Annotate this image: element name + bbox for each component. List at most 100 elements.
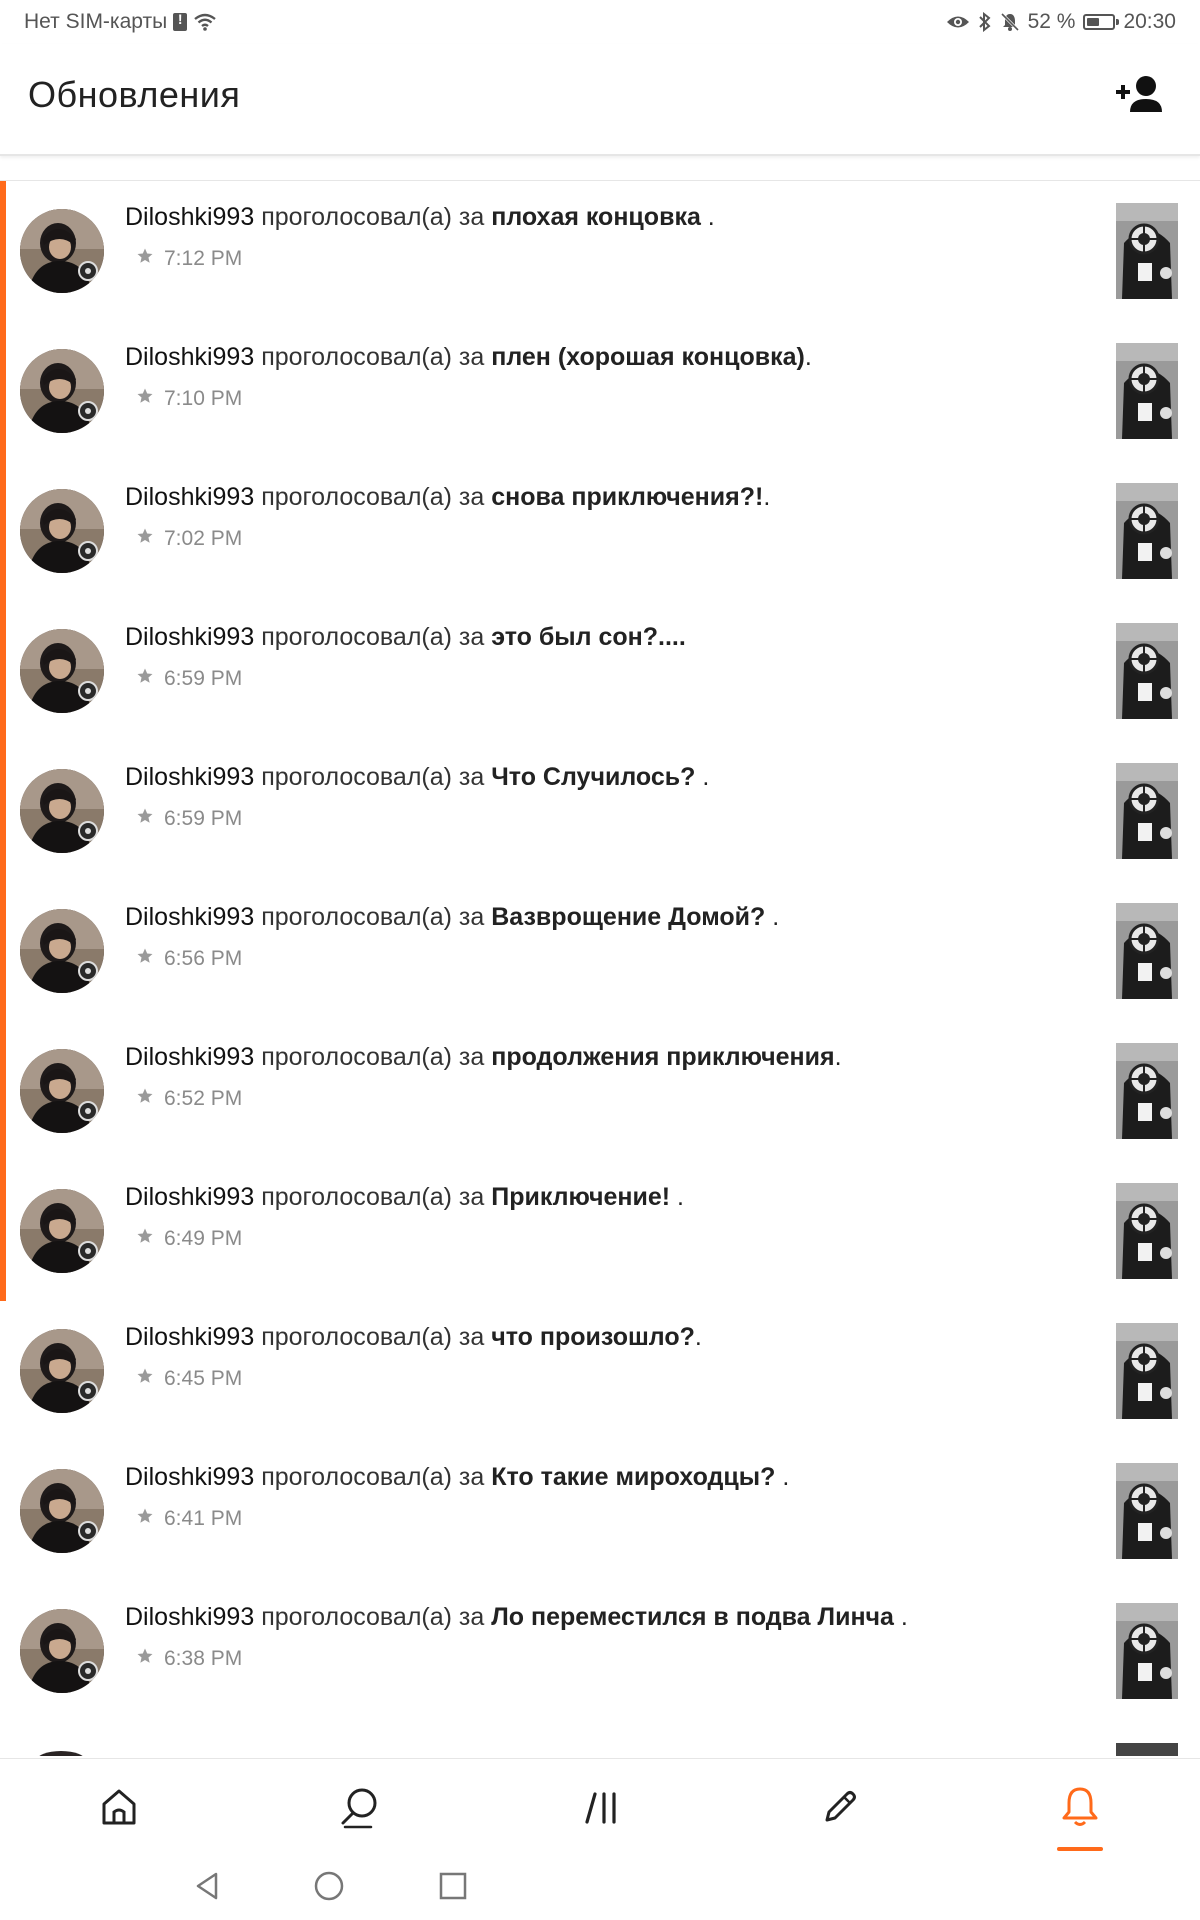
username-link[interactable]: Diloshki993 bbox=[125, 1183, 254, 1211]
timestamp: 7:12 PM bbox=[164, 247, 243, 270]
notification-row[interactable]: Diloshki993 проголосовал(а) за продолжен… bbox=[0, 1021, 1200, 1162]
timestamp: 6:52 PM bbox=[164, 1087, 243, 1110]
story-cover-thumbnail[interactable] bbox=[1116, 483, 1178, 579]
username-link[interactable]: Diloshki993 bbox=[125, 903, 254, 931]
star-icon bbox=[136, 387, 154, 411]
vote-target[interactable]: что произошло? bbox=[491, 1323, 695, 1351]
avatar[interactable] bbox=[20, 209, 104, 293]
nav-library-button[interactable] bbox=[572, 1777, 632, 1837]
system-back-button[interactable] bbox=[188, 1866, 228, 1906]
timestamp: 7:02 PM bbox=[164, 527, 243, 550]
vote-target[interactable]: это был сон?.... bbox=[491, 623, 686, 651]
nav-home-button[interactable] bbox=[89, 1777, 149, 1837]
username-link[interactable]: Diloshki993 bbox=[125, 1603, 254, 1631]
vote-target[interactable]: плохая концовка bbox=[491, 203, 701, 231]
username-link[interactable]: Diloshki993 bbox=[125, 763, 254, 791]
vote-target[interactable]: Ло переместился в подва Линча bbox=[491, 1603, 894, 1631]
bottom-navigation bbox=[0, 1758, 1200, 1853]
app-header: Обновления bbox=[0, 44, 1200, 156]
star-icon bbox=[136, 1507, 154, 1531]
punctuation: . bbox=[670, 1183, 684, 1211]
username-link[interactable]: Diloshki993 bbox=[125, 623, 254, 651]
avatar[interactable] bbox=[20, 1189, 104, 1273]
status-bar: Нет SIM-карты 52 % 20:30 bbox=[0, 0, 1200, 44]
notification-row[interactable]: Diloshki993 проголосовал(а) за Кто такие… bbox=[0, 1441, 1200, 1582]
clock: 20:30 bbox=[1123, 10, 1176, 33]
system-home-button[interactable] bbox=[309, 1866, 349, 1906]
notification-row-partial[interactable] bbox=[0, 1721, 1200, 1756]
avatar[interactable] bbox=[20, 1469, 104, 1553]
avatar[interactable] bbox=[20, 1049, 104, 1133]
notification-meta: 7:12 PM bbox=[136, 247, 242, 271]
story-cover-thumbnail[interactable] bbox=[1116, 203, 1178, 299]
vote-target[interactable]: Кто такие мироходцы? bbox=[491, 1463, 775, 1491]
punctuation: . bbox=[695, 763, 710, 791]
system-recents-button[interactable] bbox=[433, 1866, 473, 1906]
notification-row[interactable]: Diloshki993 проголосовал(а) за что произ… bbox=[0, 1301, 1200, 1442]
avatar[interactable] bbox=[20, 1329, 104, 1413]
punctuation: . bbox=[775, 1463, 790, 1491]
nav-notifications-button[interactable] bbox=[1050, 1777, 1110, 1837]
notification-meta: 6:56 PM bbox=[136, 947, 242, 971]
vote-target[interactable]: Приключение! bbox=[491, 1183, 670, 1211]
story-cover-thumbnail[interactable] bbox=[1116, 1183, 1178, 1279]
vote-target[interactable]: Вазврощение Домой? bbox=[491, 903, 765, 931]
vote-target[interactable]: продолжения приключения bbox=[491, 1043, 834, 1071]
timestamp: 6:38 PM bbox=[164, 1647, 243, 1670]
notification-row[interactable]: Diloshki993 проголосовал(а) за Вазврощен… bbox=[0, 881, 1200, 1022]
punctuation: . bbox=[893, 1603, 908, 1631]
action-text: проголосовал(а) за bbox=[254, 203, 492, 231]
notification-row[interactable]: Diloshki993 проголосовал(а) за плохая ко… bbox=[0, 181, 1200, 322]
notification-row[interactable]: Diloshki993 проголосовал(а) за плен (хор… bbox=[0, 321, 1200, 462]
timestamp: 6:41 PM bbox=[164, 1507, 243, 1530]
status-right: 52 % 20:30 bbox=[946, 10, 1176, 34]
vote-target[interactable]: плен (хорошая концовка) bbox=[491, 343, 805, 371]
action-text: проголосовал(а) за bbox=[254, 1043, 492, 1071]
action-text: проголосовал(а) за bbox=[254, 1463, 492, 1491]
star-icon bbox=[136, 1227, 154, 1251]
action-text: проголосовал(а) за bbox=[254, 343, 492, 371]
notification-meta: 6:59 PM bbox=[136, 807, 242, 831]
notification-text: Diloshki993 проголосовал(а) за Кто такие… bbox=[125, 1463, 789, 1492]
story-cover-thumbnail[interactable] bbox=[1116, 1043, 1178, 1139]
story-cover-thumbnail[interactable] bbox=[1116, 763, 1178, 859]
notification-row[interactable]: Diloshki993 проголосовал(а) за Приключен… bbox=[0, 1161, 1200, 1302]
avatar[interactable] bbox=[20, 489, 104, 573]
story-cover-thumbnail[interactable] bbox=[1116, 343, 1178, 439]
avatar[interactable] bbox=[20, 909, 104, 993]
story-cover-thumbnail[interactable] bbox=[1116, 1323, 1178, 1419]
username-link[interactable]: Diloshki993 bbox=[125, 343, 254, 371]
avatar[interactable] bbox=[20, 769, 104, 853]
username-link[interactable]: Diloshki993 bbox=[125, 1323, 254, 1351]
star-icon bbox=[136, 1087, 154, 1111]
story-cover-thumbnail[interactable] bbox=[1116, 1463, 1178, 1559]
story-cover-thumbnail[interactable] bbox=[1116, 623, 1178, 719]
story-cover-thumbnail[interactable] bbox=[1116, 1603, 1178, 1699]
notification-text: Diloshki993 проголосовал(а) за плохая ко… bbox=[125, 203, 715, 232]
notification-row[interactable]: Diloshki993 проголосовал(а) за снова при… bbox=[0, 461, 1200, 602]
recents-icon bbox=[439, 1872, 467, 1900]
notification-row[interactable]: Diloshki993 проголосовал(а) за это был с… bbox=[0, 601, 1200, 742]
nav-write-button[interactable] bbox=[810, 1777, 870, 1837]
avatar[interactable] bbox=[20, 1609, 104, 1693]
username-link[interactable]: Diloshki993 bbox=[125, 483, 254, 511]
username-link[interactable]: Diloshki993 bbox=[125, 1043, 254, 1071]
add-user-button[interactable] bbox=[1114, 72, 1170, 120]
action-text: проголосовал(а) за bbox=[254, 623, 492, 651]
username-link[interactable]: Diloshki993 bbox=[125, 1463, 254, 1491]
vote-target[interactable]: Что Случилось? bbox=[491, 763, 695, 791]
star-icon bbox=[136, 807, 154, 831]
punctuation: . bbox=[834, 1043, 842, 1071]
notification-row[interactable]: Diloshki993 проголосовал(а) за Ло переме… bbox=[0, 1581, 1200, 1722]
avatar[interactable] bbox=[20, 349, 104, 433]
story-cover-thumbnail[interactable] bbox=[1116, 903, 1178, 999]
notification-meta: 6:49 PM bbox=[136, 1227, 242, 1251]
avatar[interactable] bbox=[20, 629, 104, 713]
notification-row[interactable]: Diloshki993 проголосовал(а) за Что Случи… bbox=[0, 741, 1200, 882]
bell-off-icon bbox=[1000, 12, 1019, 32]
vote-target[interactable]: снова приключения?! bbox=[491, 483, 763, 511]
username-link[interactable]: Diloshki993 bbox=[125, 203, 254, 231]
nav-search-button[interactable] bbox=[330, 1777, 390, 1837]
star-icon bbox=[136, 667, 154, 691]
star-icon bbox=[136, 1367, 154, 1391]
